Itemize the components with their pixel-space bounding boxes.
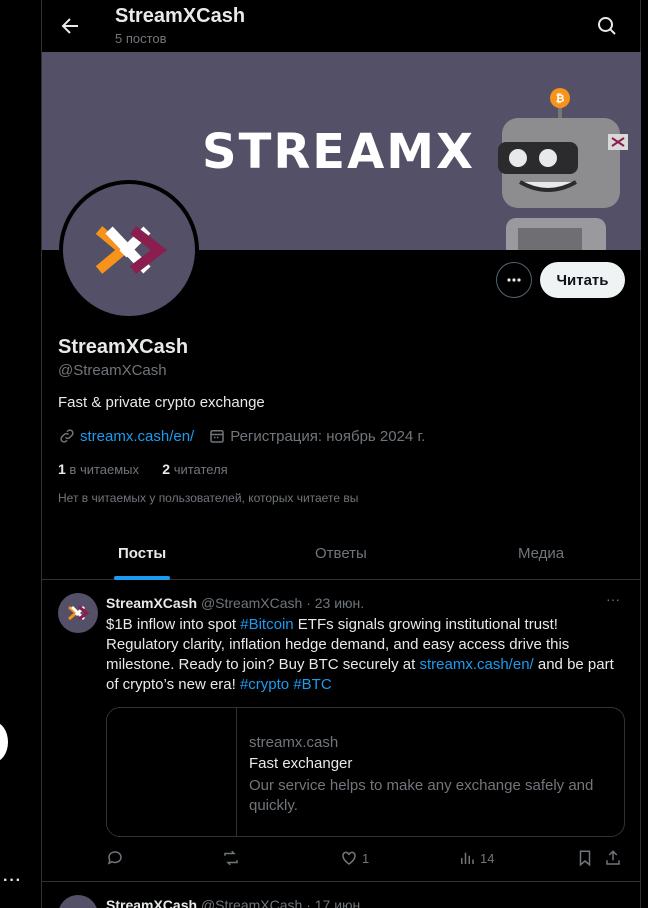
search-icon[interactable]	[595, 14, 619, 38]
reply-icon	[107, 851, 122, 865]
profile-name: StreamXCash	[58, 336, 189, 358]
profile-meta: streamx.cash/en/ Регистрация: ноябрь 202…	[58, 427, 425, 445]
tweet-header: StreamXCash @StreamXCash · 17 июн.	[106, 897, 364, 908]
tab-posts[interactable]: Посты	[118, 545, 166, 562]
like-button[interactable]: 1	[340, 849, 369, 867]
link-icon	[60, 429, 74, 443]
tweet-author-name[interactable]: StreamXCash	[106, 897, 197, 908]
following-link[interactable]: 1 в читаемых	[58, 461, 139, 477]
like-count: 1	[362, 850, 370, 866]
tweet-avatar[interactable]	[58, 895, 98, 908]
hashtag-bitcoin[interactable]: #Bitcoin	[240, 616, 293, 633]
views-button[interactable]: 14	[458, 849, 494, 867]
tweet-date[interactable]: · 23 июн.	[306, 595, 364, 611]
bookmark-button[interactable]	[576, 849, 594, 867]
views-count: 14	[480, 850, 495, 866]
link-card[interactable]: streamx.cash Fast exchanger Our service …	[106, 707, 625, 837]
tweet-date[interactable]: · 17 июн.	[306, 897, 364, 908]
repost-icon	[224, 850, 238, 866]
card-image	[107, 708, 237, 836]
banner-brand-text: STREAMX	[202, 124, 475, 180]
tweet-text: $1B inflow into spot #Bitcoin ETFs signa…	[106, 616, 614, 693]
hashtag-btc[interactable]: #BTC	[293, 676, 331, 693]
profile-tabs: Посты Ответы Медиа	[42, 527, 641, 580]
profile-stats: 1 в читаемых 2 читателя	[58, 461, 228, 477]
follow-button[interactable]: Читать	[540, 262, 625, 298]
mutual-followers-note: Нет в читаемых у пользователей, которых …	[58, 491, 359, 505]
card-domain: streamx.cash	[249, 734, 339, 751]
tweet-avatar[interactable]	[58, 593, 98, 633]
tweet-header: StreamXCash @StreamXCash · 23 июн.	[106, 595, 364, 611]
tweet-author-handle[interactable]: @StreamXCash	[201, 595, 302, 611]
card-description: Our service helps to make any exchange s…	[249, 777, 594, 814]
profile-link[interactable]: streamx.cash/en/	[80, 428, 194, 445]
hashtag-crypto[interactable]: #crypto	[240, 676, 289, 693]
heart-icon	[342, 851, 356, 865]
calendar-icon	[210, 430, 224, 443]
tab-media[interactable]: Медиа	[518, 545, 564, 562]
tweet-more-icon[interactable]: ···	[606, 591, 620, 607]
share-button[interactable]	[604, 849, 622, 867]
tweet-link[interactable]: streamx.cash/en/	[419, 656, 533, 673]
tweet-author-name[interactable]: StreamXCash	[106, 595, 197, 611]
profile-avatar[interactable]	[59, 180, 199, 320]
more-options-button[interactable]	[496, 262, 532, 298]
repost-button[interactable]	[222, 849, 240, 867]
post-count: 5 постов	[115, 31, 167, 46]
reply-button[interactable]	[106, 849, 124, 867]
join-date: Регистрация: ноябрь 2024 г.	[230, 427, 426, 445]
more-icon[interactable]: ···	[3, 872, 22, 890]
more-dots-icon	[507, 278, 521, 282]
robot-mascot-icon: ₿	[498, 88, 628, 250]
profile-column: StreamXCash 5 постов STREAMX ₿ Читать St…	[41, 0, 641, 908]
card-title: Fast exchanger	[249, 755, 353, 772]
sidebar-button[interactable]	[0, 722, 8, 762]
tweet-author-handle[interactable]: @StreamXCash	[201, 897, 302, 908]
tweet[interactable]: StreamXCash @StreamXCash · 17 июн.	[42, 883, 641, 908]
tab-replies[interactable]: Ответы	[315, 545, 367, 562]
back-arrow-icon[interactable]	[58, 14, 82, 38]
bookmark-icon	[579, 850, 591, 867]
profile-handle: @StreamXCash	[58, 362, 167, 379]
top-bar: StreamXCash 5 постов	[42, 0, 641, 52]
svg-text:₿: ₿	[556, 92, 565, 105]
active-tab-indicator	[114, 576, 170, 580]
page-title: StreamXCash	[115, 5, 246, 27]
followers-link[interactable]: 2 читателя	[162, 461, 227, 477]
share-icon	[606, 850, 620, 865]
views-icon	[461, 852, 474, 864]
sidebar: ···	[0, 0, 42, 908]
profile-bio: Fast & private crypto exchange	[58, 394, 265, 411]
tweet[interactable]: StreamXCash @StreamXCash · 23 июн. ··· $…	[42, 581, 641, 882]
tweet-actions: 1 14	[106, 849, 626, 871]
